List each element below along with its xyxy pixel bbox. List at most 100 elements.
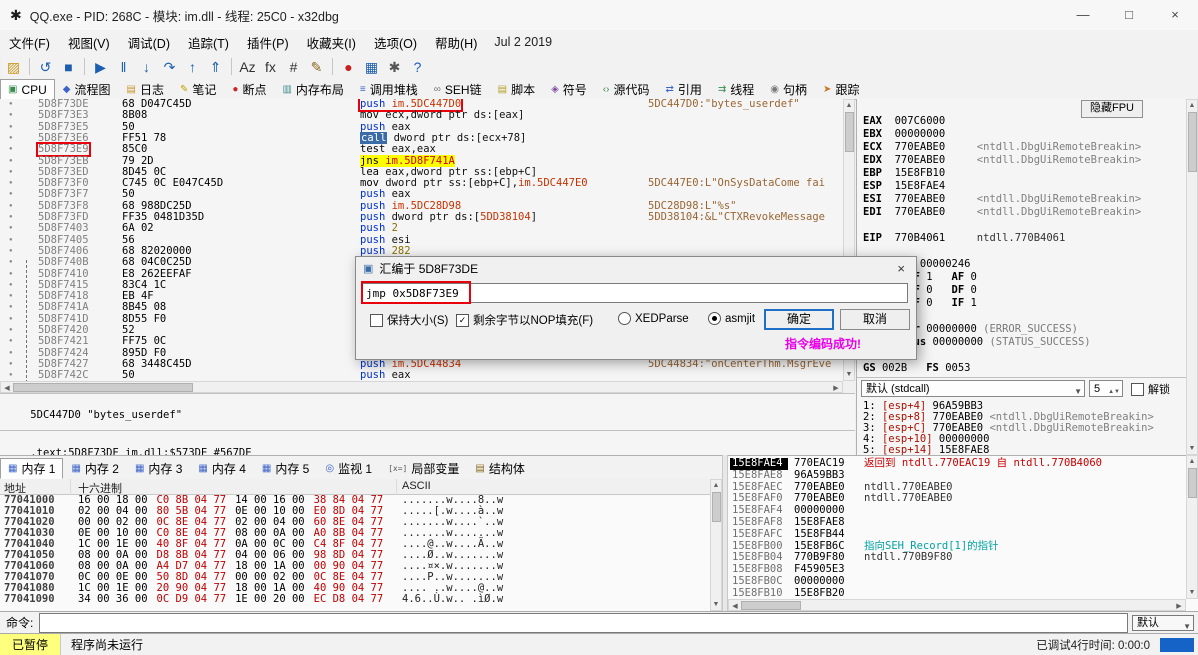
settings-icon[interactable]: ✱	[383, 56, 406, 78]
convention-dropdown[interactable]: 默认 (stdcall) ▼	[861, 380, 1085, 397]
nop-fill-option[interactable]: ✓ 剩余字节以NOP填充(F)	[456, 312, 593, 328]
unlock-option[interactable]: 解锁	[1131, 381, 1170, 397]
memory-map-icon[interactable]: ▦	[360, 56, 383, 78]
help-icon[interactable]: ?	[406, 56, 429, 78]
scroll-thumb[interactable]	[712, 492, 721, 522]
tab-symbols[interactable]: ◈ 符号	[543, 79, 595, 100]
tab-log[interactable]: ▤ 日志	[119, 79, 172, 100]
step-over-icon[interactable]: ↷	[158, 56, 181, 78]
tab-notes[interactable]: ✎ 笔记	[172, 79, 224, 100]
dialog-close-button[interactable]: ×	[893, 261, 909, 276]
menu-view[interactable]: 视图(V)	[59, 29, 119, 56]
menu-debug[interactable]: 调试(D)	[119, 29, 179, 56]
stack-row[interactable]: 15E8FB10 15E8FB20	[728, 587, 1198, 600]
menu-plugins[interactable]: 插件(P)	[238, 29, 298, 56]
register-line[interactable]: ECX 770EABE0 <ntdll.DbgUiRemoteBreakin>	[863, 141, 1141, 154]
tab-script[interactable]: ▤ 脚本	[490, 79, 543, 100]
dump-row[interactable]: 77041090 34 00 36 00 0C D9 04 77 1E 00 20 0…	[0, 594, 722, 605]
tab-memory-1[interactable]: ▦ 内存 1	[0, 458, 64, 479]
scroll-up-icon[interactable]: ▲	[711, 482, 721, 489]
scroll-right-icon[interactable]: ▶	[1175, 602, 1183, 610]
breakpoint-icon[interactable]: ●	[337, 56, 360, 78]
register-line[interactable]: ESI 770EABE0 <ntdll.DbgUiRemoteBreakin>	[863, 193, 1141, 206]
open-file-icon[interactable]: ▨	[2, 56, 25, 78]
tab-memory-2[interactable]: ▦ 内存 2	[63, 458, 126, 479]
dump-vscrollbar[interactable]: ▲ ▼	[710, 479, 722, 611]
register-line[interactable]: EBP 15E8FB10	[863, 167, 945, 180]
tab-memory-4[interactable]: ▦ 内存 4	[190, 458, 253, 479]
cancel-button[interactable]: 取消	[840, 309, 910, 330]
register-line[interactable]: EBX 00000000	[863, 128, 945, 141]
keep-size-option[interactable]: 保持大小(S)	[370, 312, 448, 328]
tab-breakpoints[interactable]: ● 断点	[224, 79, 274, 100]
scroll-thumb[interactable]	[741, 601, 801, 610]
tab-references[interactable]: ⇄ 引用	[657, 79, 709, 100]
registers-vscrollbar[interactable]: ▲ ▼	[1186, 99, 1198, 455]
scroll-down-icon[interactable]: ▼	[1187, 445, 1197, 452]
disasm-hscrollbar[interactable]: ◀ ▶	[0, 381, 843, 393]
asmjit-radio[interactable]	[708, 312, 721, 325]
command-input[interactable]	[39, 612, 1128, 633]
pause-icon[interactable]: ‖	[112, 56, 135, 78]
close-button[interactable]: ×	[1152, 0, 1198, 30]
step-into-icon[interactable]: ↓	[135, 56, 158, 78]
asmjit-option[interactable]: asmjit	[708, 312, 755, 325]
stepper-arrows-icon[interactable]: ▲▼	[1108, 384, 1120, 400]
register-line[interactable]: EDX 770EABE0 <ntdll.DbgUiRemoteBreakin>	[863, 154, 1141, 167]
tab-memory-map[interactable]: ▥ 内存布局	[274, 79, 351, 100]
scroll-down-icon[interactable]: ▼	[1187, 589, 1197, 596]
minimize-button[interactable]: —	[1060, 0, 1106, 30]
run-icon[interactable]: ▶	[89, 56, 112, 78]
scroll-thumb[interactable]	[1188, 468, 1197, 498]
tab-trace[interactable]: ➤ 跟踪	[815, 79, 867, 100]
tab-call-stack[interactable]: ≡ 调用堆栈	[352, 79, 426, 100]
stack-row[interactable]: 15E8FAFC 15E8FB44	[728, 528, 1198, 541]
menu-help[interactable]: 帮助(H)	[426, 29, 486, 56]
scroll-thumb[interactable]	[13, 383, 193, 392]
unlock-checkbox[interactable]	[1131, 382, 1144, 396]
register-line[interactable]: EDI 770EABE0 <ntdll.DbgUiRemoteBreakin>	[863, 206, 1141, 219]
scroll-left-icon[interactable]: ◀	[3, 384, 11, 392]
scroll-thumb[interactable]	[845, 112, 854, 152]
register-line[interactable]: ESP 15E8FAE4	[863, 180, 945, 193]
scroll-up-icon[interactable]: ▲	[844, 102, 854, 109]
az-icon[interactable]: Az	[236, 56, 259, 78]
tab-cpu[interactable]: ▣ CPU	[0, 79, 55, 100]
depth-stepper[interactable]: 5 ▲▼	[1089, 380, 1123, 397]
tab-memory-5[interactable]: ▦ 内存 5	[254, 458, 317, 479]
nop-fill-checkbox[interactable]: ✓	[456, 313, 469, 327]
disasm-row[interactable]: ● 5D8F73E9 85C0 test eax,eax	[0, 142, 843, 158]
tab-graph[interactable]: ◆ 流程图	[55, 79, 119, 100]
keep-size-checkbox[interactable]	[370, 313, 383, 327]
execute-till-return-icon[interactable]: ↑	[181, 56, 204, 78]
scroll-up-icon[interactable]: ▲	[1187, 102, 1197, 109]
disasm-row[interactable]: ● 5D8F73E3 8B08 mov ecx,dword ptr ds:[eax]	[0, 109, 843, 121]
scroll-up-icon[interactable]: ▲	[1187, 458, 1197, 465]
argument-line[interactable]: 5: [esp+14] 15E8FAE8	[863, 445, 989, 456]
hide-fpu-button[interactable]: 隐藏FPU	[1081, 100, 1143, 118]
scroll-down-icon[interactable]: ▼	[711, 601, 721, 608]
assembly-input[interactable]	[362, 283, 908, 303]
tab-struct[interactable]: ▤ 结构体	[467, 458, 532, 479]
tab-threads[interactable]: ⇉ 线程	[710, 79, 762, 100]
restart-icon[interactable]: ↺	[34, 56, 57, 78]
tab-seh[interactable]: ∞ SEH链	[426, 79, 490, 100]
maximize-button[interactable]: □	[1106, 0, 1152, 30]
tab-handles[interactable]: ◉ 句柄	[762, 79, 815, 100]
register-line[interactable]: GS 002B FS 0053	[863, 362, 971, 375]
disasm-row[interactable]: ● 5D8F742C 50 push eax	[0, 369, 843, 381]
menu-favourites[interactable]: 收藏夹(I)	[298, 29, 365, 56]
fx-icon[interactable]: fx	[259, 56, 282, 78]
tab-source[interactable]: ‹› 源代码	[595, 79, 658, 100]
tab-watch-1[interactable]: ◎ 监视 1	[317, 458, 380, 479]
run-to-user-code-icon[interactable]: ⇑	[204, 56, 227, 78]
stack-hscrollbar[interactable]: ◀ ▶	[728, 599, 1186, 611]
patch-icon[interactable]: ✎	[305, 56, 328, 78]
register-line[interactable]: EAX 007C6000	[863, 115, 945, 128]
menu-options[interactable]: 选项(O)	[365, 29, 426, 56]
menu-file[interactable]: 文件(F)	[0, 29, 59, 56]
xedparse-option[interactable]: XEDParse	[618, 312, 689, 325]
command-dropdown[interactable]: 默认 ▼	[1132, 614, 1194, 631]
stack-row[interactable]: 15E8FAE8 96A59BB3	[728, 469, 1198, 482]
hash-icon[interactable]: #	[282, 56, 305, 78]
